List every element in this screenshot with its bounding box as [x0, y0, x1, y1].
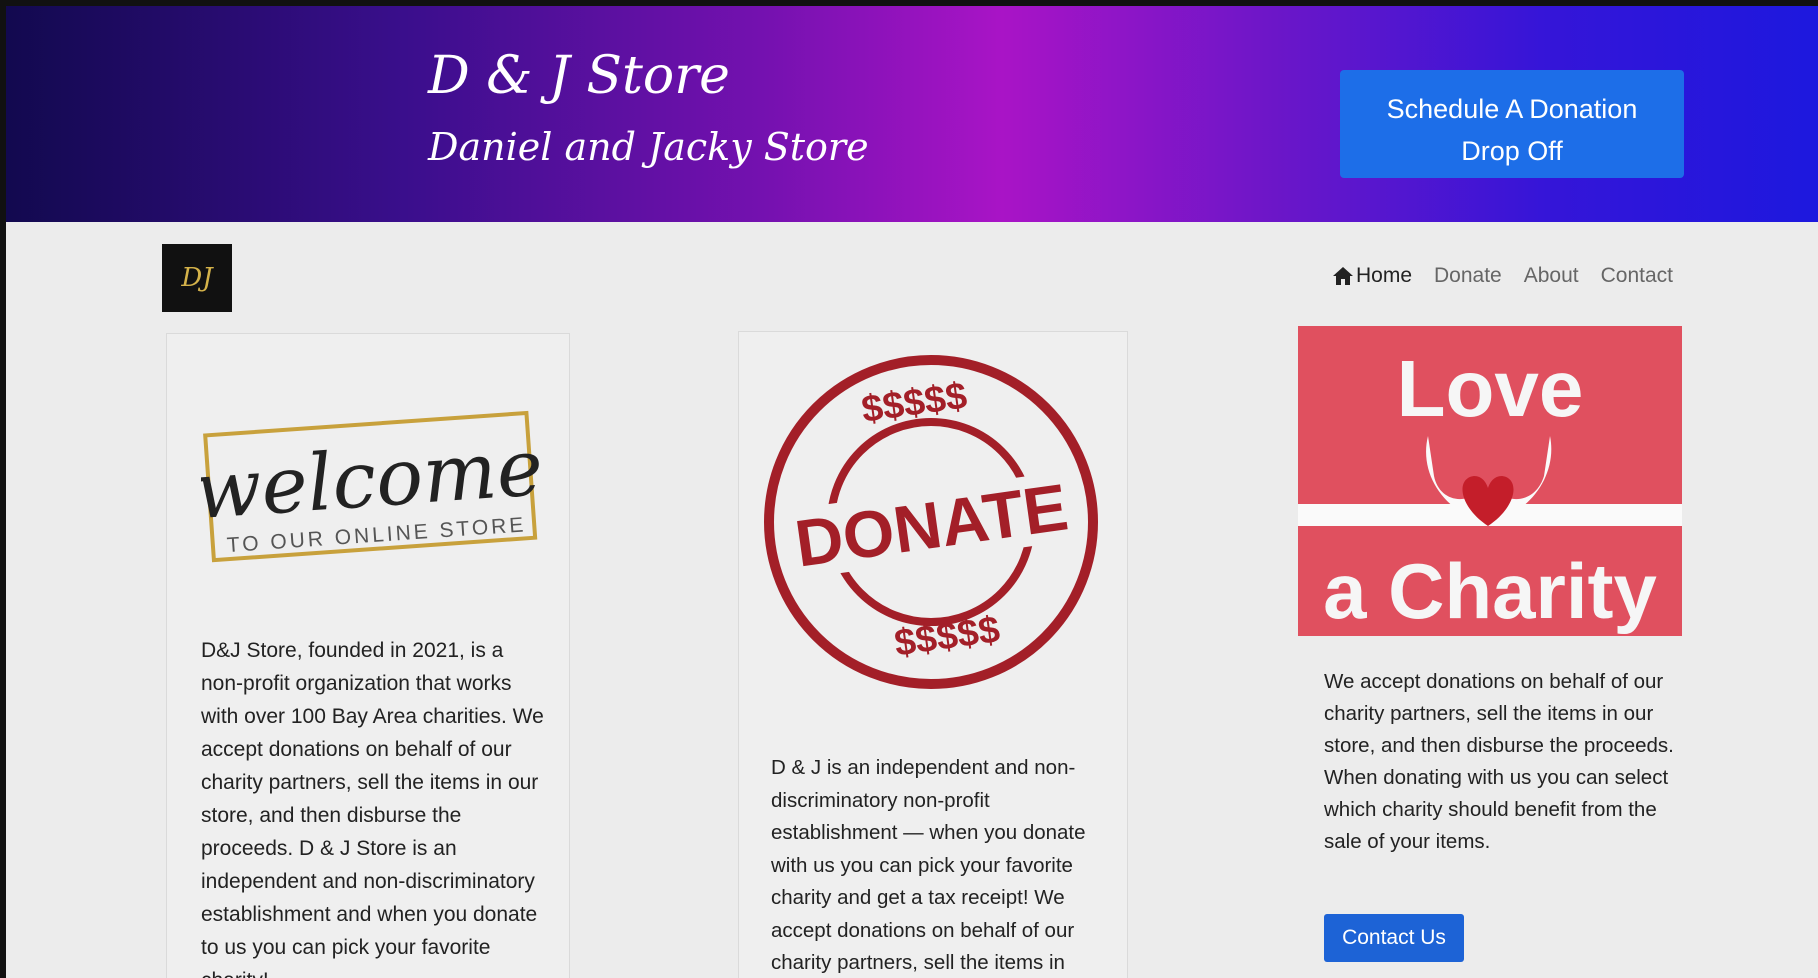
donate-stamp-image: $$$$$ DONATE $$$$$ [761, 352, 1101, 697]
donate-card: $$$$$ DONATE $$$$$ D & J is an independe… [738, 331, 1128, 978]
nav-home-label: Home [1355, 264, 1413, 287]
browser-viewport: D & J Store Daniel and Jacky Store Sched… [6, 6, 1818, 978]
charity-text: We accept donations on behalf of our cha… [1324, 670, 1674, 853]
nav-home[interactable]: Home [1332, 264, 1412, 288]
charity-top-text: Love [1397, 344, 1584, 433]
hero-banner: D & J Store Daniel and Jacky Store Sched… [6, 6, 1818, 222]
nav-donate[interactable]: Donate [1434, 264, 1502, 288]
nav-contact[interactable]: Contact [1601, 264, 1673, 288]
stamp-main-text: DONATE [791, 469, 1072, 580]
site-subtitle: Daniel and Jacky Store [428, 125, 869, 169]
charity-card: Love a Charity We accept donations on be… [1298, 326, 1682, 978]
contact-us-button[interactable]: Contact Us [1324, 914, 1464, 962]
cta-line-1: Schedule A Donation [1386, 94, 1638, 124]
welcome-text: D&J Store, founded in 2021, is a non-pro… [201, 639, 544, 978]
logo-text: DJ [181, 263, 213, 293]
schedule-donation-button[interactable]: Schedule A Donation Drop Off [1340, 70, 1684, 178]
love-charity-image: Love a Charity [1298, 326, 1682, 641]
welcome-card: welcome TO OUR ONLINE STORE D&J Store, f… [166, 333, 570, 978]
home-icon [1332, 267, 1353, 285]
donate-text: D & J is an independent and non-discrimi… [771, 756, 1086, 974]
nav-about[interactable]: About [1524, 264, 1579, 288]
site-title: D & J Store [428, 46, 730, 106]
cta-line-2: Drop Off [1461, 136, 1563, 166]
charity-bottom-text: a Charity [1323, 547, 1657, 635]
main-nav: Home Donate About Contact [1332, 264, 1673, 288]
welcome-image: welcome TO OUR ONLINE STORE [192, 394, 546, 579]
site-logo[interactable]: DJ [162, 244, 232, 312]
